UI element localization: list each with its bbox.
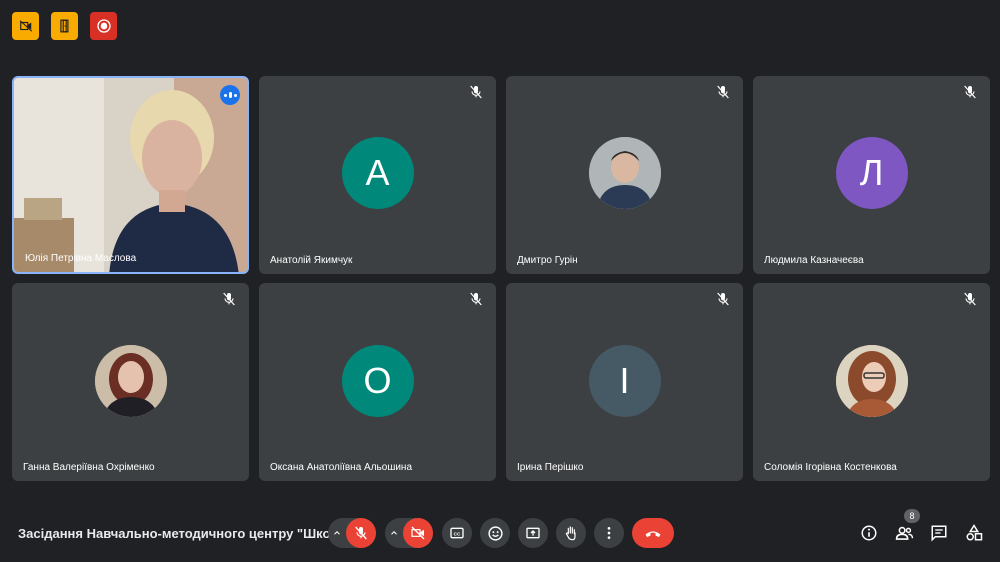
- participant-tile[interactable]: A Анатолій Якимчук: [259, 76, 496, 274]
- bottom-toolbar: Засідання Навчально-методичного центру "…: [0, 512, 1000, 556]
- mic-off-icon: [717, 292, 729, 306]
- mic-off-icon: [964, 85, 976, 99]
- avatar: [588, 137, 661, 209]
- speaking-indicator-icon: [220, 85, 240, 105]
- mic-options-chevron-icon[interactable]: [328, 528, 346, 538]
- participant-tile[interactable]: Юлія Петрівна Маслова: [12, 76, 249, 274]
- avatar: Л: [835, 137, 908, 209]
- participant-name: Ганна Валеріївна Охріменко: [23, 462, 155, 473]
- captions-button[interactable]: CC: [442, 518, 472, 548]
- people-icon[interactable]: [894, 523, 914, 543]
- avatar: О: [341, 345, 414, 417]
- participant-count-badge: 8: [904, 509, 920, 523]
- participant-name: Оксана Анатоліївна Альошина: [270, 462, 413, 473]
- raise-hand-button[interactable]: [556, 518, 586, 548]
- record-icon[interactable]: [90, 12, 117, 40]
- mic-off-icon: [470, 292, 482, 306]
- mic-off-icon: [717, 85, 729, 99]
- mic-off-button[interactable]: [346, 518, 376, 548]
- info-icon[interactable]: [859, 523, 879, 543]
- participant-tile[interactable]: О Оксана Анатоліївна Альошина: [259, 283, 496, 481]
- participant-tile[interactable]: І Ірина Перішко: [506, 283, 743, 481]
- camera-off-button[interactable]: [403, 518, 433, 548]
- mic-off-icon: [470, 85, 482, 99]
- meeting-title: Засідання Навчально-методичного центру "…: [18, 526, 350, 541]
- avatar: [835, 345, 908, 417]
- leave-call-button[interactable]: [632, 518, 674, 548]
- participant-tile[interactable]: Соломія Ігорівна Костенкова: [753, 283, 990, 481]
- avatar: [94, 345, 167, 417]
- activities-icon[interactable]: [964, 523, 984, 543]
- no-video-icon[interactable]: [12, 12, 39, 40]
- participant-grid: Юлія Петрівна Маслова A Анатолій Якимчук…: [12, 76, 990, 481]
- chat-icon[interactable]: [929, 523, 949, 543]
- avatar: A: [341, 137, 414, 209]
- mic-control: [328, 518, 376, 548]
- emoji-button[interactable]: [480, 518, 510, 548]
- svg-text:CC: CC: [454, 531, 461, 536]
- camera-options-chevron-icon[interactable]: [385, 528, 403, 538]
- participant-tile[interactable]: Дмитро Гурін: [506, 76, 743, 274]
- present-button[interactable]: [518, 518, 548, 548]
- participant-name: Людмила Казначеєва: [764, 255, 864, 266]
- door-icon[interactable]: [51, 12, 78, 40]
- avatar: І: [588, 345, 661, 417]
- participant-video: [14, 78, 247, 272]
- participant-name: Дмитро Гурін: [517, 255, 578, 266]
- participant-tile[interactable]: Л Людмила Казначеєва: [753, 76, 990, 274]
- participant-name: Анатолій Якимчук: [270, 255, 353, 266]
- mic-off-icon: [223, 292, 235, 306]
- top-indicators: [12, 12, 117, 40]
- mic-off-icon: [964, 292, 976, 306]
- participant-name: Ірина Перішко: [517, 462, 584, 473]
- participant-name: Юлія Петрівна Маслова: [25, 253, 137, 264]
- camera-control: [385, 518, 433, 548]
- participant-tile[interactable]: Ганна Валеріївна Охріменко: [12, 283, 249, 481]
- participant-name: Соломія Ігорівна Костенкова: [764, 462, 897, 473]
- more-options-button[interactable]: [594, 518, 624, 548]
